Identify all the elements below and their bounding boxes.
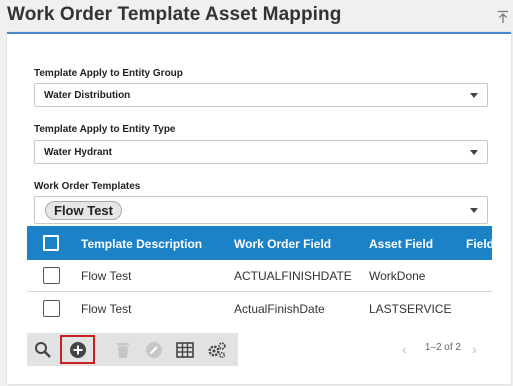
search-icon [34,341,51,358]
grid-toolbar [27,333,238,366]
chevron-right-icon[interactable]: › [472,341,477,357]
delete-icon [116,342,129,358]
row-checkbox[interactable] [43,300,60,317]
page-title: Work Order Template Asset Mapping [7,4,342,25]
table-row[interactable]: Flow Test ActualFinishDate LASTSERVICE [27,293,492,324]
columns-icon [175,341,194,358]
collapse-icon[interactable] [497,10,509,24]
templates-label: Work Order Templates [34,181,141,192]
cell-asset-field: WorkDone [369,269,426,283]
row-checkbox[interactable] [43,267,60,284]
cell-work-order-field: ACTUALFINISHDATE [234,269,352,283]
templates-multiselect[interactable]: Flow Test [34,196,488,224]
entity-group-select[interactable]: Water Distribution [34,83,488,107]
cell-template-description: Flow Test [81,269,132,283]
chevron-down-icon [470,93,478,98]
chevron-down-icon [470,208,478,213]
select-all-checkbox[interactable] [43,235,59,251]
column-header-asset-field[interactable]: Asset Field [369,237,433,251]
mapping-panel: Template Apply to Entity Group Water Dis… [7,32,511,384]
settings-button[interactable] [204,337,229,362]
pager-label: 1–2 of 2 [424,342,461,353]
settings-icon [207,341,226,358]
entity-type-select[interactable]: Water Hydrant [34,140,488,164]
add-icon [69,341,86,358]
search-button[interactable] [30,337,55,362]
cell-asset-field: LASTSERVICE [369,302,452,316]
column-header-field[interactable]: Field [466,237,492,251]
table-row[interactable]: Flow Test ACTUALFINISHDATE WorkDone [27,260,492,292]
edit-button[interactable] [141,337,166,362]
chevron-left-icon[interactable]: ‹ [402,341,407,357]
entity-type-value: Water Hydrant [44,147,112,158]
add-button[interactable] [60,335,95,364]
entity-type-label: Template Apply to Entity Type [34,124,176,135]
cell-template-description: Flow Test [81,302,132,316]
columns-button[interactable] [172,337,197,362]
column-header-work-order-field[interactable]: Work Order Field [234,237,331,251]
edit-icon [145,341,162,358]
entity-group-label: Template Apply to Entity Group [34,68,183,79]
template-chip[interactable]: Flow Test [45,201,122,220]
entity-group-value: Water Distribution [44,90,131,101]
cell-work-order-field: ActualFinishDate [234,302,325,316]
mapping-grid: Template Description Work Order Field As… [27,226,492,324]
chevron-down-icon [470,150,478,155]
delete-button[interactable] [110,337,135,362]
grid-header: Template Description Work Order Field As… [27,226,492,260]
column-header-template-description[interactable]: Template Description [81,237,202,251]
